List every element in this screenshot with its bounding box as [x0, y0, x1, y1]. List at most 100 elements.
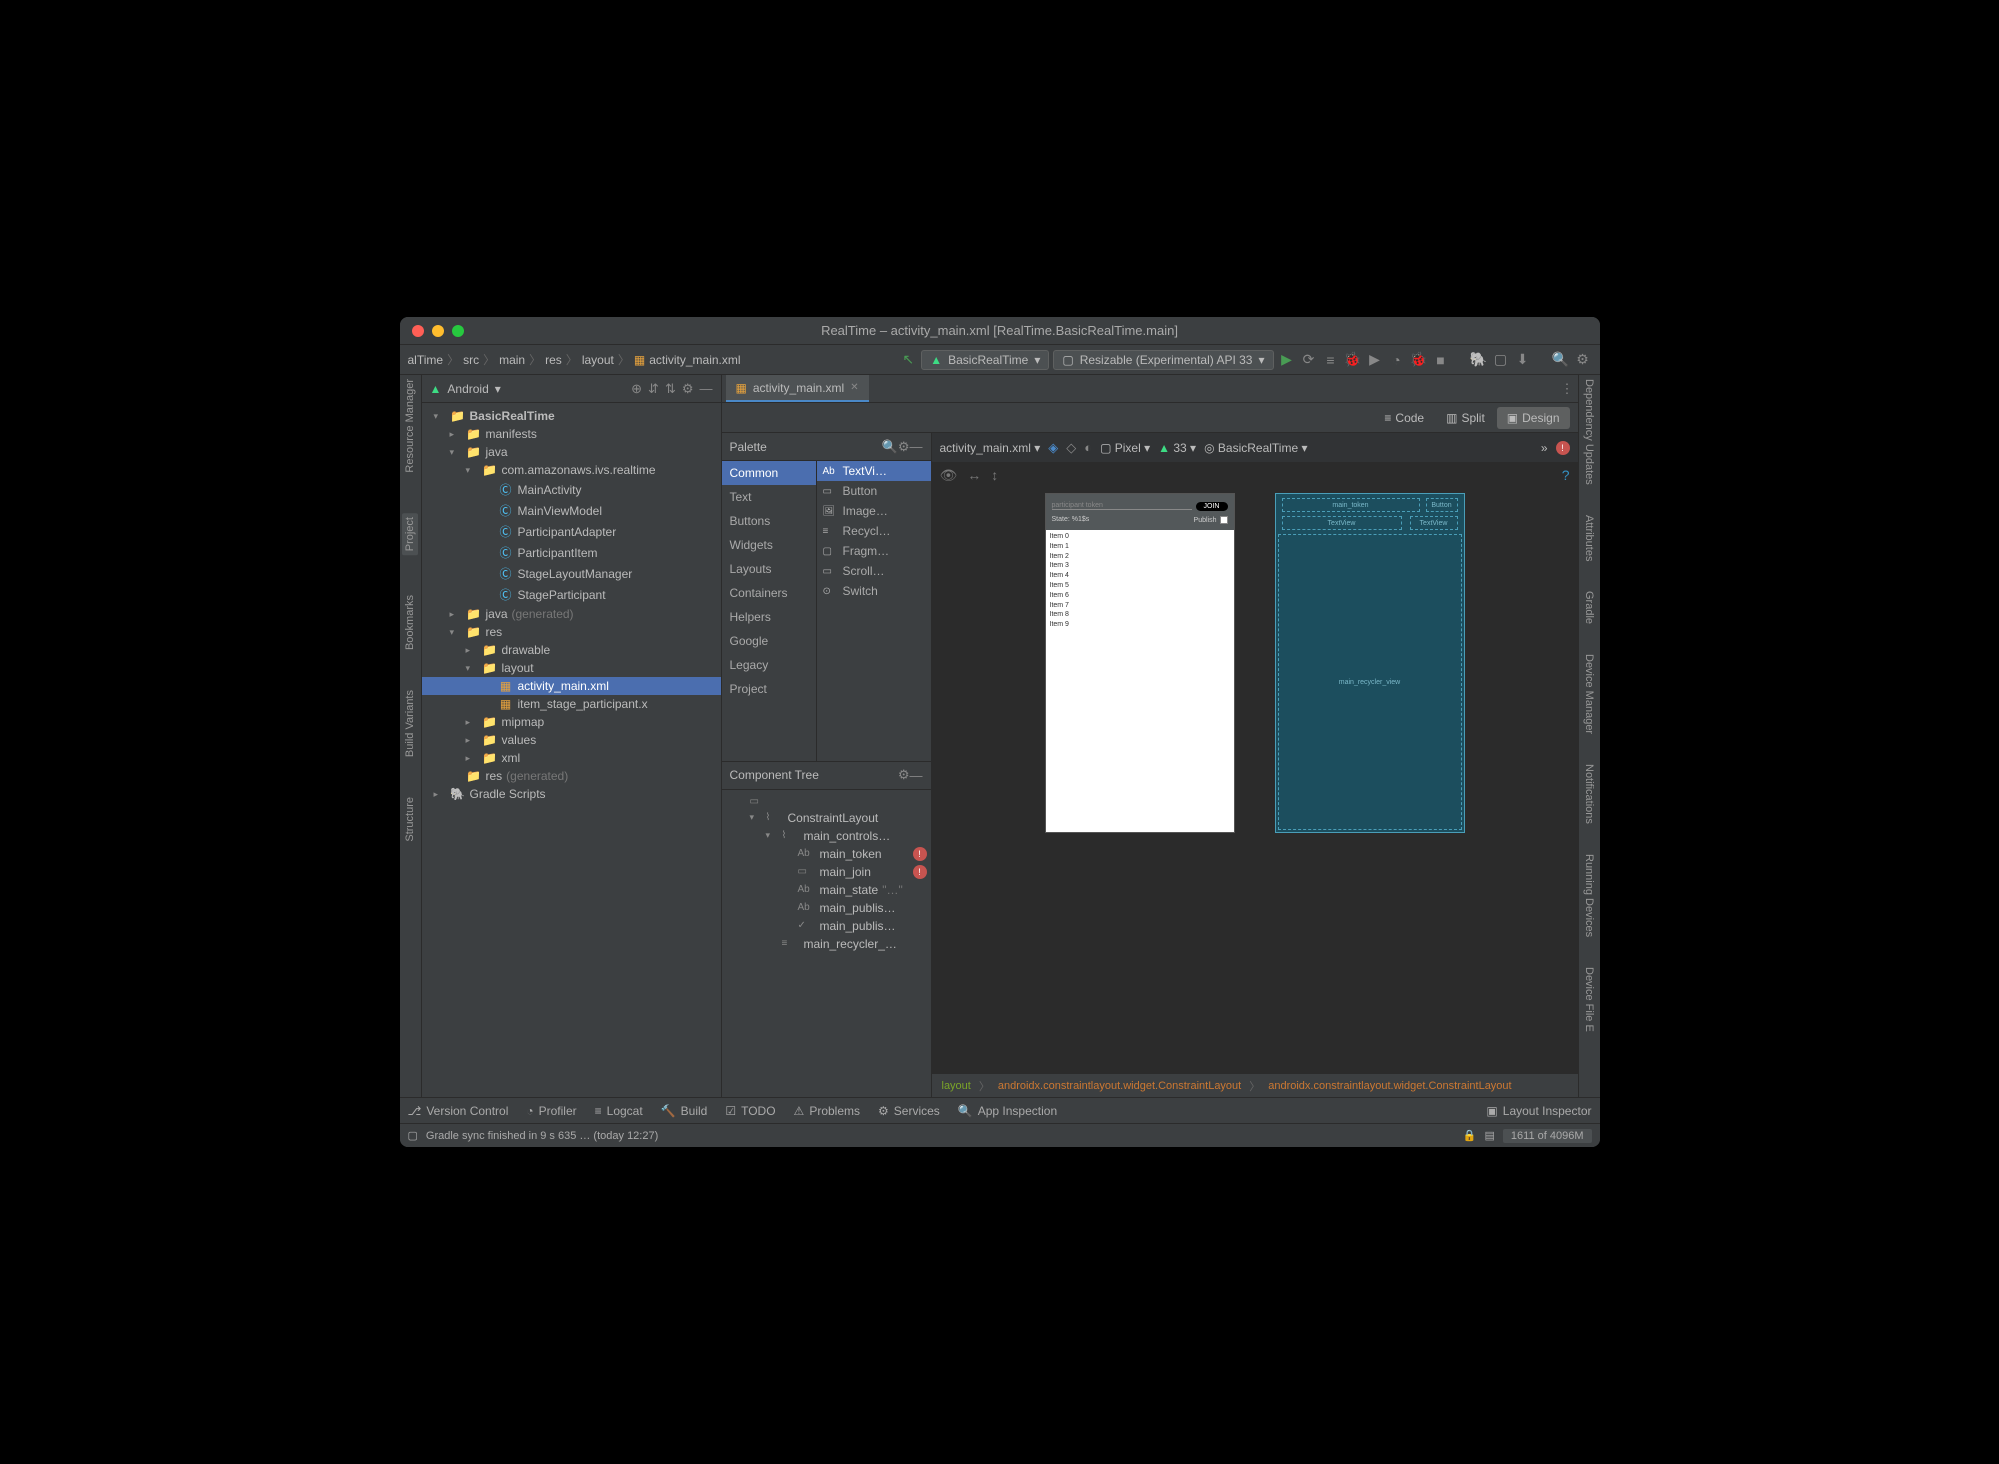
palette-category[interactable]: Text: [722, 485, 816, 509]
gutter-notifications[interactable]: Notifications: [1583, 764, 1595, 824]
tree-row[interactable]: ▸ 📁 manifests: [422, 425, 721, 443]
tree-row[interactable]: ▸ 📁 xml: [422, 749, 721, 767]
close-window-button[interactable]: [412, 325, 424, 337]
bc-path2[interactable]: androidx.constraintlayout.widget.Constra…: [1268, 1080, 1511, 1092]
gutter-build-variants[interactable]: Build Variants: [404, 690, 416, 757]
avd-icon[interactable]: ▢: [1492, 351, 1510, 369]
tree-row[interactable]: Ⓒ StageParticipant: [422, 584, 721, 605]
palette-item[interactable]: ▢Fragm…: [817, 541, 931, 561]
palette-item[interactable]: ≡Recycl…: [817, 521, 931, 541]
eye-icon[interactable]: 👁: [940, 467, 958, 484]
gutter-gradle[interactable]: Gradle: [1583, 591, 1595, 624]
tree-row[interactable]: Ⓒ MainViewModel: [422, 500, 721, 521]
tree-row[interactable]: ▾ 📁 com.amazonaws.ivs.realtime: [422, 461, 721, 479]
notifications-icon[interactable]: ▤: [1485, 1129, 1495, 1142]
attach-debugger-icon[interactable]: 🐞: [1410, 351, 1428, 369]
gutter-project[interactable]: Project: [402, 513, 418, 555]
hide-icon[interactable]: —: [910, 439, 923, 454]
design-canvas[interactable]: 👁 ↔ ↕ ? participant token JOIN: [932, 463, 1578, 1073]
tab-problems[interactable]: ⚠ Problems: [794, 1104, 860, 1118]
tab-services[interactable]: ⚙ Services: [878, 1104, 940, 1118]
tab-logcat[interactable]: ≡ Logcat: [595, 1104, 643, 1118]
tree-row[interactable]: ▾ 📁 res: [422, 623, 721, 641]
sync-icon[interactable]: 🐘: [1470, 351, 1488, 369]
palette-category[interactable]: Project: [722, 677, 816, 701]
gear-icon[interactable]: ⚙: [898, 439, 910, 455]
palette-categories[interactable]: CommonTextButtonsWidgetsLayoutsContainer…: [722, 461, 817, 761]
chevron-down-icon[interactable]: ▾: [495, 382, 501, 396]
hide-panel-icon[interactable]: —: [700, 381, 713, 396]
gutter-running-devices[interactable]: Running Devices: [1583, 854, 1595, 937]
palette-category[interactable]: Legacy: [722, 653, 816, 677]
bc-path1[interactable]: androidx.constraintlayout.widget.Constra…: [998, 1080, 1241, 1092]
breadcrumb-item[interactable]: src: [463, 353, 479, 367]
breadcrumb-item[interactable]: activity_main.xml: [649, 353, 740, 367]
collapse-all-icon[interactable]: ⇅: [665, 381, 676, 397]
search-icon[interactable]: 🔍: [882, 439, 898, 455]
palette-category[interactable]: Google: [722, 629, 816, 653]
component-tree-row[interactable]: Ab main_state "…": [722, 881, 931, 899]
stop-icon[interactable]: ■: [1432, 351, 1450, 369]
tree-row[interactable]: Ⓒ StageLayoutManager: [422, 563, 721, 584]
tree-row[interactable]: 📁 res (generated): [422, 767, 721, 785]
code-view-button[interactable]: ≡Code: [1374, 407, 1434, 429]
tree-row[interactable]: ▾ 📁 layout: [422, 659, 721, 677]
tree-row[interactable]: ▸ 📁 mipmap: [422, 713, 721, 731]
device-dropdown[interactable]: ▢ Resizable (Experimental) API 33 ▾: [1053, 350, 1273, 370]
palette-category[interactable]: Containers: [722, 581, 816, 605]
tab-app-inspection[interactable]: 🔍 App Inspection: [958, 1104, 1057, 1118]
apply-changes-icon[interactable]: ⟳: [1300, 351, 1318, 369]
gutter-bookmarks[interactable]: Bookmarks: [404, 595, 416, 650]
select-opened-icon[interactable]: ⊕: [631, 381, 642, 397]
hide-icon[interactable]: —: [910, 768, 923, 783]
tree-row[interactable]: ▦ item_stage_participant.x: [422, 695, 721, 713]
palette-items[interactable]: AbTextVi…▭Button🖼Image…≡Recycl…▢Fragm…▭S…: [817, 461, 931, 761]
palette-category[interactable]: Buttons: [722, 509, 816, 533]
tree-row[interactable]: ▸ 📁 values: [422, 731, 721, 749]
event-log-icon[interactable]: ▢: [408, 1129, 418, 1142]
sdk-icon[interactable]: ⬇: [1514, 351, 1532, 369]
tree-row[interactable]: ▾ 📁 java: [422, 443, 721, 461]
minimize-window-button[interactable]: [432, 325, 444, 337]
project-tree[interactable]: ▾ 📁 BasicRealTime ▸ 📁 manifests ▾ 📁 java…: [422, 403, 721, 1097]
palette-item[interactable]: ▭Scroll…: [817, 561, 931, 581]
project-view-label[interactable]: Android: [447, 382, 488, 396]
tab-build[interactable]: 🔨 Build: [661, 1104, 708, 1118]
component-tree-row[interactable]: ▾ ⌇ main_controls…: [722, 827, 931, 845]
tab-menu-icon[interactable]: ⋮: [1561, 381, 1574, 397]
pan-icon[interactable]: ↔: [967, 467, 981, 484]
tree-row[interactable]: ▸ 🐘 Gradle Scripts: [422, 785, 721, 803]
error-indicator[interactable]: !: [1556, 441, 1570, 455]
component-tree-row[interactable]: ▭ main_join !: [722, 863, 931, 881]
component-tree-row[interactable]: Ab main_publis…: [722, 899, 931, 917]
breadcrumb-item[interactable]: alTime: [408, 353, 444, 367]
gutter-device-manager[interactable]: Device Manager: [1583, 654, 1595, 734]
hammer-icon[interactable]: ↖: [899, 351, 917, 369]
breadcrumb-item[interactable]: main: [499, 353, 525, 367]
gutter-device-file[interactable]: Device File E: [1583, 967, 1595, 1032]
palette-item[interactable]: AbTextVi…: [817, 461, 931, 481]
split-view-button[interactable]: ▥Split: [1436, 407, 1495, 429]
gutter-resource-manager[interactable]: Resource Manager: [404, 379, 416, 473]
component-tree-row[interactable]: ▾ ⌇ ConstraintLayout: [722, 809, 931, 827]
bc-layout[interactable]: layout: [942, 1080, 971, 1092]
profile-icon[interactable]: ◔: [1388, 351, 1406, 369]
gear-icon[interactable]: ⚙: [898, 767, 910, 783]
palette-category[interactable]: Helpers: [722, 605, 816, 629]
tree-row[interactable]: ▸ 📁 java (generated): [422, 605, 721, 623]
help-icon[interactable]: ?: [1562, 467, 1570, 483]
maximize-window-button[interactable]: [452, 325, 464, 337]
palette-item[interactable]: 🖼Image…: [817, 501, 931, 521]
apply-code-icon[interactable]: ≡: [1322, 351, 1340, 369]
api-select[interactable]: ▲ 33 ▾: [1158, 441, 1196, 455]
tab-profiler[interactable]: ◔ Profiler: [526, 1104, 576, 1118]
memory-indicator[interactable]: 1611 of 4096M: [1503, 1129, 1592, 1143]
theme-select[interactable]: ◎ BasicRealTime ▾: [1204, 441, 1307, 455]
component-tree[interactable]: ▭ ▾ ⌇ ConstraintLayout ▾ ⌇ main_controls…: [722, 790, 931, 1098]
component-tree-row[interactable]: ▭: [722, 794, 931, 809]
breadcrumb-item[interactable]: res: [545, 353, 562, 367]
debug-icon[interactable]: 🐞: [1344, 351, 1362, 369]
component-tree-row[interactable]: ≡ main_recycler_…: [722, 935, 931, 953]
tree-row[interactable]: ▦ activity_main.xml: [422, 677, 721, 695]
run-icon[interactable]: ▶: [1278, 351, 1296, 369]
